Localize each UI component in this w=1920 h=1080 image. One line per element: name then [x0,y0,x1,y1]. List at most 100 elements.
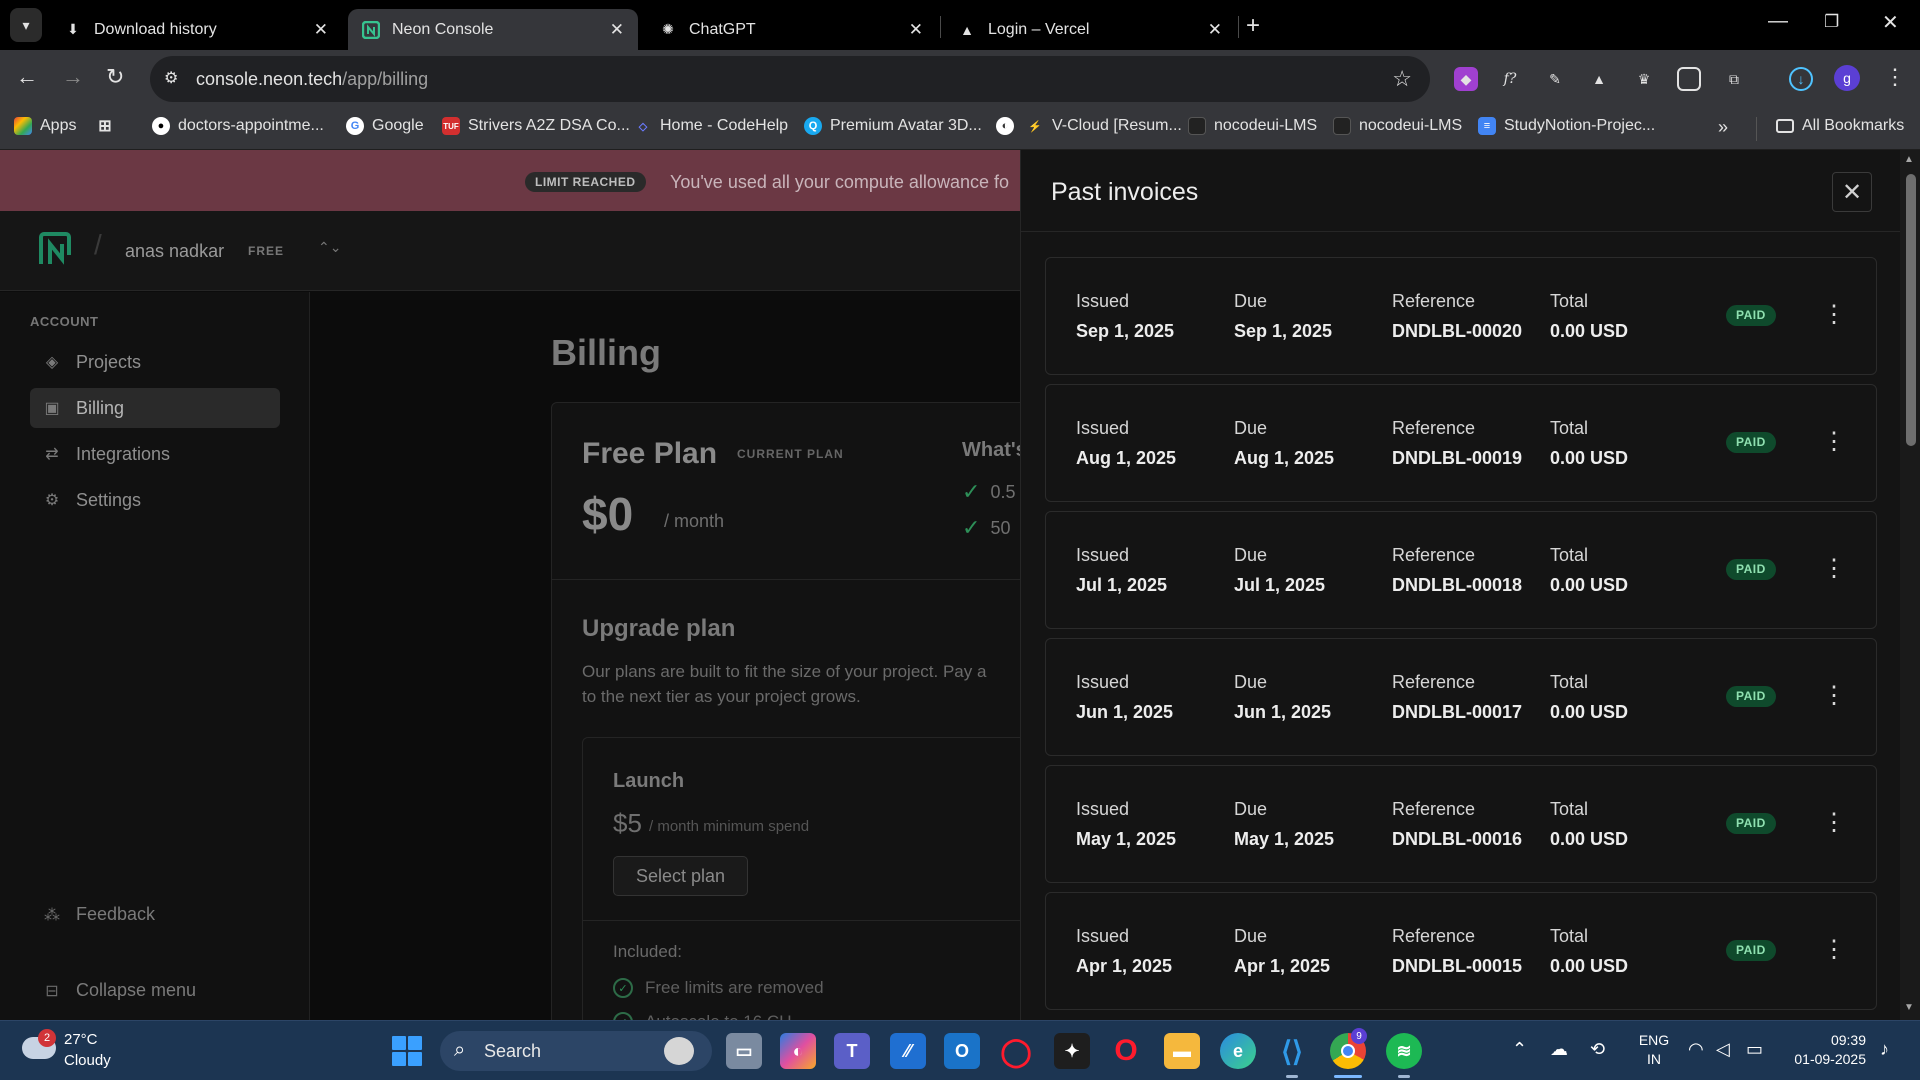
address-bar[interactable]: ⚙ console.neon.tech/app/billing ☆ [150,56,1430,102]
more-options-icon[interactable]: ⋮ [1820,296,1848,332]
sidebar-item-projects[interactable]: ◈ Projects [30,342,280,382]
all-bookmarks-button[interactable]: All Bookmarks [1776,117,1904,135]
outlook-icon[interactable]: O [944,1033,980,1069]
page-scrollbar[interactable]: ▲ ▼ [1900,150,1920,1020]
chrome-badge: 9 [1351,1028,1367,1044]
volume-icon[interactable]: ◁ [1716,1039,1730,1060]
window-close-button[interactable]: ✕ [1882,10,1899,35]
teams-icon[interactable]: T [834,1033,870,1069]
bookmark-vcloud[interactable]: ⚡ V-Cloud [Resum... [1026,117,1182,135]
more-options-icon[interactable]: ⋮ [1820,423,1848,459]
task-view-icon[interactable]: ▭ [726,1033,762,1069]
header-slash: / [94,229,102,260]
restore-button[interactable]: ❐ [1824,12,1839,32]
tab-download-history[interactable]: ⬇ Download history ✕ [50,9,342,50]
opera-gx-icon[interactable]: ◯ [998,1033,1034,1069]
invoice-field-label: Reference [1392,418,1476,438]
bookmark-star-icon[interactable]: ☆ [1392,66,1412,92]
bookmark-globe[interactable]: ◐ [996,117,1022,135]
bookmark-codehelp[interactable]: ◇ Home - CodeHelp [634,117,788,135]
system-clock[interactable]: 09:39 01-09-2025 [1786,1031,1866,1069]
extensions-puzzle-icon[interactable]: ⧉ [1722,67,1746,91]
extension-gradient-icon[interactable]: ◆ [1454,67,1478,91]
bookmark-google[interactable]: G Google [346,117,424,135]
battery-icon[interactable]: ▭ [1746,1039,1763,1060]
bookmark-premium-avatar[interactable]: Q Premium Avatar 3D... [804,117,982,135]
edge-icon[interactable]: e [1220,1033,1256,1069]
bookmark-studynotion[interactable]: ≡ StudyNotion-Projec... [1478,117,1655,135]
divider [583,920,1063,921]
bookmark-grid[interactable]: ⊞ [96,117,122,135]
browser-menu-icon[interactable]: ⋮ [1884,64,1906,90]
more-options-icon[interactable]: ⋮ [1820,804,1848,840]
neon-logo[interactable] [38,231,72,267]
new-tab-button[interactable]: + [1246,12,1260,40]
close-icon[interactable]: ✕ [314,20,328,40]
sync-icon[interactable]: ⟲ [1590,1039,1605,1060]
weather-description[interactable]: Cloudy [64,1052,111,1069]
copilot-icon[interactable]: ◐ [780,1033,816,1069]
minimize-button[interactable]: — [1768,10,1788,33]
app-slash-icon[interactable]: ⁄⁄ [890,1033,926,1069]
bookmark-github[interactable]: ● doctors-appointme... [152,117,324,135]
close-icon[interactable]: ✕ [909,20,923,40]
check-circle-icon: ✓ [613,1012,633,1020]
site-info-icon[interactable]: ⚙ [164,68,178,88]
close-icon[interactable]: ✕ [1208,20,1222,40]
bookmark-strivers[interactable]: TUF Strivers A2Z DSA Co... [442,117,630,135]
more-options-icon[interactable]: ⋮ [1820,931,1848,967]
formula-extension-icon[interactable]: f? [1498,67,1522,91]
back-button[interactable]: ← [16,64,38,90]
sidebar: ACCOUNT ◈ Projects ▣ Billing ⇄ Integrati… [0,292,310,1020]
bookmark-apps[interactable]: Apps [14,117,76,135]
tab-vercel-login[interactable]: ▲ Login – Vercel ✕ [944,9,1236,50]
drawer-close-button[interactable]: ✕ [1832,172,1872,212]
org-switch-chevron-icon[interactable]: ⌃⌄ [318,239,341,256]
weather-temperature[interactable]: 27°C [64,1031,98,1048]
close-icon[interactable]: ✕ [610,20,624,40]
spotify-icon[interactable]: ≋ [1386,1033,1422,1069]
taskbar-search[interactable]: ⌕ Search [440,1031,712,1071]
sidebar-item-integrations[interactable]: ⇄ Integrations [30,434,280,474]
tab-neon-console[interactable]: Neon Console ✕ [348,9,638,50]
onedrive-icon[interactable]: ☁ [1550,1039,1568,1060]
url-text[interactable]: console.neon.tech/app/billing [196,69,428,90]
scroll-down-arrow[interactable]: ▼ [1904,1002,1914,1013]
file-explorer-icon[interactable]: ▬ [1164,1033,1200,1069]
paid-status-badge: PAID [1726,559,1776,580]
color-picker-icon[interactable]: ✎ [1543,67,1567,91]
forward-button[interactable]: → [62,64,84,90]
figma-icon[interactable]: ✦ [1054,1033,1090,1069]
bookmark-nocodeui-1[interactable]: nocodeui-LMS [1188,117,1317,135]
downloads-icon[interactable]: ↓ [1789,67,1813,91]
reload-button[interactable]: ↻ [106,64,124,90]
profile-avatar[interactable]: g [1834,65,1860,91]
language-indicator[interactable]: ENG IN [1636,1031,1672,1069]
wifi-icon[interactable]: ◠ [1688,1039,1704,1060]
sidebar-item-billing[interactable]: ▣ Billing [30,388,280,428]
more-options-icon[interactable]: ⋮ [1820,550,1848,586]
start-button[interactable] [392,1036,422,1066]
bookmark-nocodeui-2[interactable]: nocodeui-LMS [1333,117,1462,135]
tray-overflow-chevron-icon[interactable]: ⌃ [1512,1039,1527,1060]
notification-bell-icon[interactable]: ♪ [1880,1039,1889,1060]
vscode-icon[interactable]: ⟨⟩ [1274,1033,1310,1069]
select-plan-button[interactable]: Select plan [613,856,748,896]
opera-icon[interactable]: O [1108,1033,1144,1069]
invoice-reference: Reference DNDLBL-00016 [1392,798,1522,850]
tab-chatgpt[interactable]: ✺ ChatGPT ✕ [645,9,937,50]
triangle-extension-icon[interactable]: ▲ [1587,67,1611,91]
more-options-icon[interactable]: ⋮ [1820,677,1848,713]
sidebar-item-settings[interactable]: ⚙ Settings [30,480,280,520]
bookmarks-overflow-button[interactable]: » [1718,117,1728,138]
collapse-menu-button[interactable]: ⊟ Collapse menu [42,980,196,1001]
org-name[interactable]: anas nadkar [125,241,224,262]
crown-extension-icon[interactable]: ♛ [1632,67,1656,91]
invoice-field-value: Jun 1, 2025 [1076,702,1174,722]
tab-search-button[interactable]: ▾ [10,8,42,42]
feedback-button[interactable]: ⁂ Feedback [42,904,155,925]
globe-icon: ◐ [996,117,1014,135]
scroll-up-arrow[interactable]: ▲ [1904,154,1914,165]
scroll-thumb[interactable] [1906,174,1916,446]
square-extension-icon[interactable] [1677,67,1701,91]
